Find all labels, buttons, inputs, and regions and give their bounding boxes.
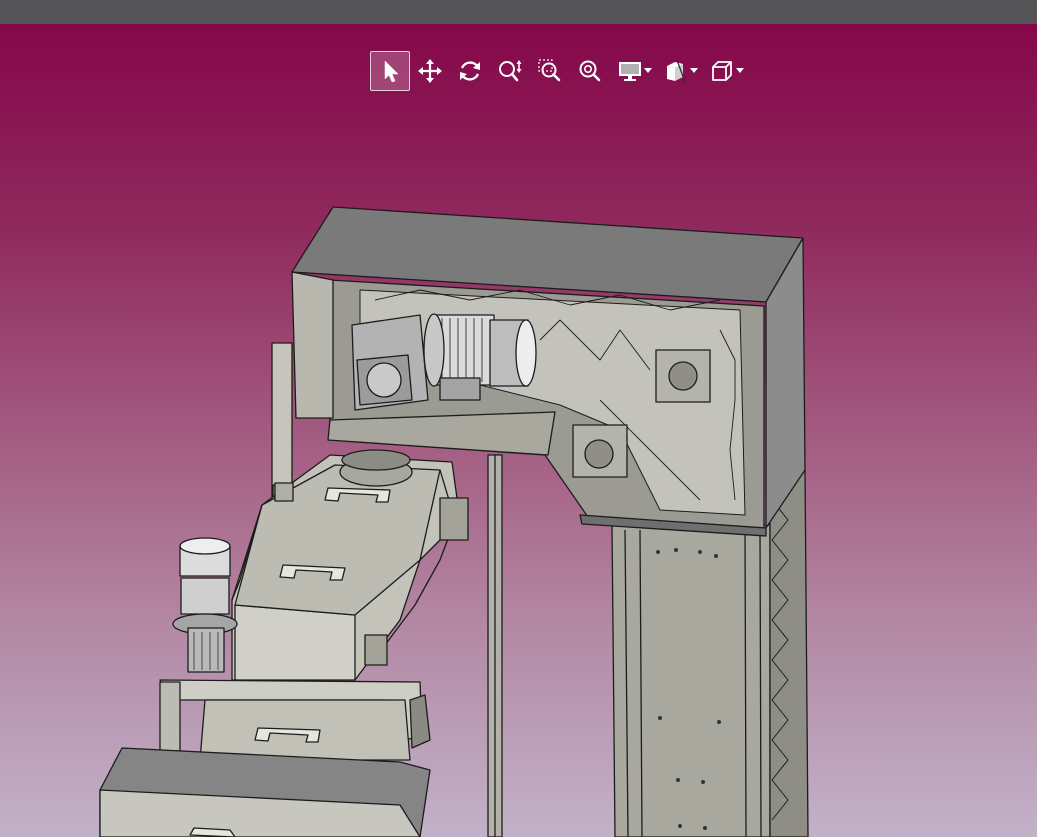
- chevron-down-icon: [690, 68, 698, 73]
- move-arrows-icon: [418, 59, 442, 83]
- cursor-arrow-icon: [384, 60, 399, 83]
- view-orientation-dropdown[interactable]: [736, 51, 748, 91]
- cad-model[interactable]: [0, 24, 1037, 837]
- monitor-icon: [619, 62, 641, 81]
- section-cube-icon: [667, 59, 686, 83]
- bottom-housing[interactable]: [99, 747, 431, 837]
- zoom-button[interactable]: [490, 51, 530, 91]
- section-dropdown[interactable]: [690, 51, 702, 91]
- zoom-window-icon: [538, 59, 561, 82]
- zoom-fit-icon: [579, 60, 601, 82]
- secondary-motor[interactable]: [172, 537, 238, 673]
- cube-icon: [712, 61, 732, 81]
- view-toolbar: [370, 51, 748, 91]
- pan-button[interactable]: [410, 51, 450, 91]
- 3d-viewport[interactable]: [0, 24, 1037, 837]
- zoom-fit-button[interactable]: [570, 51, 610, 91]
- inclined-conveyor[interactable]: [231, 449, 469, 681]
- rotate-button[interactable]: [450, 51, 490, 91]
- select-button[interactable]: [370, 51, 410, 91]
- chevron-down-icon: [644, 68, 652, 73]
- support-post: [487, 454, 503, 837]
- title-bar: [0, 0, 1037, 24]
- chevron-down-icon: [736, 68, 744, 73]
- zoom-updown-icon: [499, 60, 522, 82]
- zoom-window-button[interactable]: [530, 51, 570, 91]
- display-mode-dropdown[interactable]: [644, 51, 656, 91]
- rotate-icon: [460, 61, 480, 81]
- frame-posts: [271, 342, 293, 506]
